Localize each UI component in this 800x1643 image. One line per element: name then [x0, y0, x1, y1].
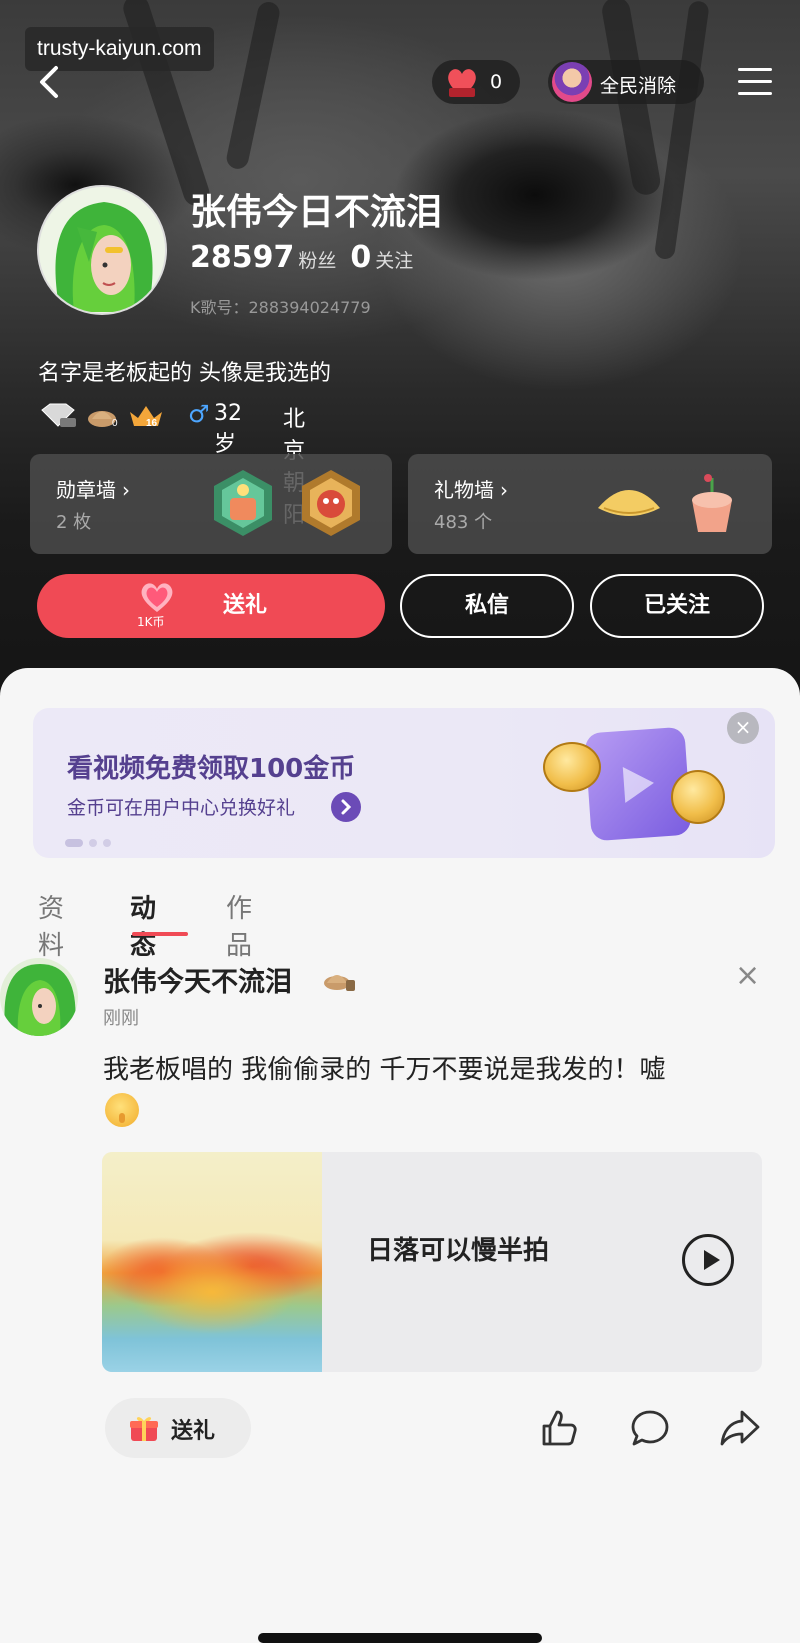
game-entry-button[interactable]: 全民消除	[548, 60, 704, 104]
post-close-button[interactable]: ×	[735, 958, 760, 993]
male-icon: ♂	[188, 400, 210, 428]
home-indicator	[258, 1633, 542, 1643]
game-avatar	[552, 62, 592, 102]
fans-count[interactable]: 28597	[190, 240, 294, 275]
following-label: 关注	[375, 250, 414, 272]
heart-icon	[448, 69, 476, 97]
k-id: K歌号：288394024779	[190, 298, 371, 317]
level-badge-icon	[324, 975, 355, 991]
song-title: 日落可以慢半拍	[367, 1236, 550, 1266]
gift-wall-title: 礼物墙	[434, 478, 494, 502]
level-badge-b-text: 16	[146, 418, 158, 428]
banner-title: 看视频免费领取100金币	[67, 754, 356, 784]
heart-gift-icon	[141, 583, 173, 612]
post-gift-label: 送礼	[171, 1419, 216, 1444]
song-cover-image	[102, 1152, 322, 1372]
banner-pagination	[65, 832, 117, 851]
profile-avatar[interactable]	[37, 185, 167, 315]
profile-bio: 名字是老板起的 头像是我选的	[38, 361, 331, 386]
profile-nickname: 张伟今日不流泪	[190, 192, 443, 233]
game-label: 全民消除	[600, 75, 677, 97]
active-tab-indicator	[132, 932, 188, 936]
intimacy-count: 0	[490, 71, 503, 93]
medal-wall-count: 2 枚	[56, 512, 92, 533]
coin-icon	[543, 742, 601, 792]
intimacy-button[interactable]: 0	[432, 60, 520, 104]
medal-icon	[302, 470, 360, 536]
post-text: 我老板唱的 我偷偷录的 千万不要说是我发的！嘘	[103, 1055, 666, 1085]
avatar-image	[4, 964, 76, 1036]
avatar-image	[39, 187, 165, 313]
hamburger-icon	[738, 68, 772, 71]
gift-box-icon	[130, 1417, 158, 1441]
shush-emoji-icon	[105, 1093, 139, 1127]
level-badge-icon[interactable]: 0	[86, 402, 122, 428]
send-gift-label: 送礼	[223, 593, 268, 618]
share-icon[interactable]	[718, 1406, 762, 1450]
chevron-left-icon	[40, 66, 58, 98]
tab-info[interactable]: 资料	[38, 888, 64, 962]
chevron-right-icon	[341, 799, 352, 815]
following-count[interactable]: 0	[350, 240, 371, 275]
chevron-right-icon: ›	[500, 478, 508, 502]
profile-age: 32岁	[214, 401, 242, 457]
post-gift-button[interactable]: 送礼	[105, 1398, 251, 1458]
private-message-button[interactable]: 私信	[400, 574, 574, 638]
menu-button[interactable]	[738, 68, 772, 96]
like-icon[interactable]	[536, 1406, 580, 1450]
banner-go-button[interactable]	[331, 792, 361, 822]
coin-icon	[671, 770, 725, 824]
dumpling-gift-icon	[598, 490, 660, 516]
diamond-badge-icon[interactable]	[38, 402, 78, 428]
banner-close-button[interactable]: ×	[727, 712, 759, 744]
followed-button[interactable]: 已关注	[590, 574, 764, 638]
play-icon[interactable]	[682, 1234, 734, 1286]
gift-price: 1K币	[137, 615, 165, 629]
post-author-avatar[interactable]	[0, 958, 78, 1036]
cake-gift-icon	[692, 474, 732, 532]
post-author-name[interactable]: 张伟今天不流泪	[103, 960, 292, 999]
tab-works[interactable]: 作品	[226, 888, 252, 962]
profile-stats: 28597 粉丝 0 关注	[190, 240, 427, 275]
back-button[interactable]	[34, 62, 66, 102]
chevron-right-icon: ›	[122, 478, 130, 502]
medal-wall-title: 勋章墙	[56, 478, 116, 502]
gift-wall-card[interactable]: 礼物墙 › 483 个	[408, 454, 772, 554]
medal-icon	[214, 470, 272, 536]
crown-badge-icon[interactable]: 16	[128, 402, 166, 428]
fans-label: 粉丝	[298, 250, 337, 272]
banner-subtitle: 金币可在用户中心兑换好礼	[67, 797, 296, 819]
tab-feed[interactable]: 动态	[130, 888, 156, 962]
comment-icon[interactable]	[628, 1406, 672, 1450]
medal-wall-card[interactable]: 勋章墙 › 2 枚	[30, 454, 392, 554]
content-sheet: 看视频免费领取100金币 金币可在用户中心兑换好礼 × 资料 动态 作品 张伟今…	[0, 668, 800, 1643]
post-time: 刚刚	[103, 1008, 139, 1029]
promo-banner[interactable]: 看视频免费领取100金币 金币可在用户中心兑换好礼 ×	[33, 708, 775, 858]
song-card[interactable]: 日落可以慢半拍	[102, 1152, 762, 1372]
send-gift-button[interactable]: 1K币 送礼	[37, 574, 385, 638]
gift-wall-count: 483 个	[434, 512, 493, 533]
level-badge-a-text: 0	[112, 418, 118, 428]
